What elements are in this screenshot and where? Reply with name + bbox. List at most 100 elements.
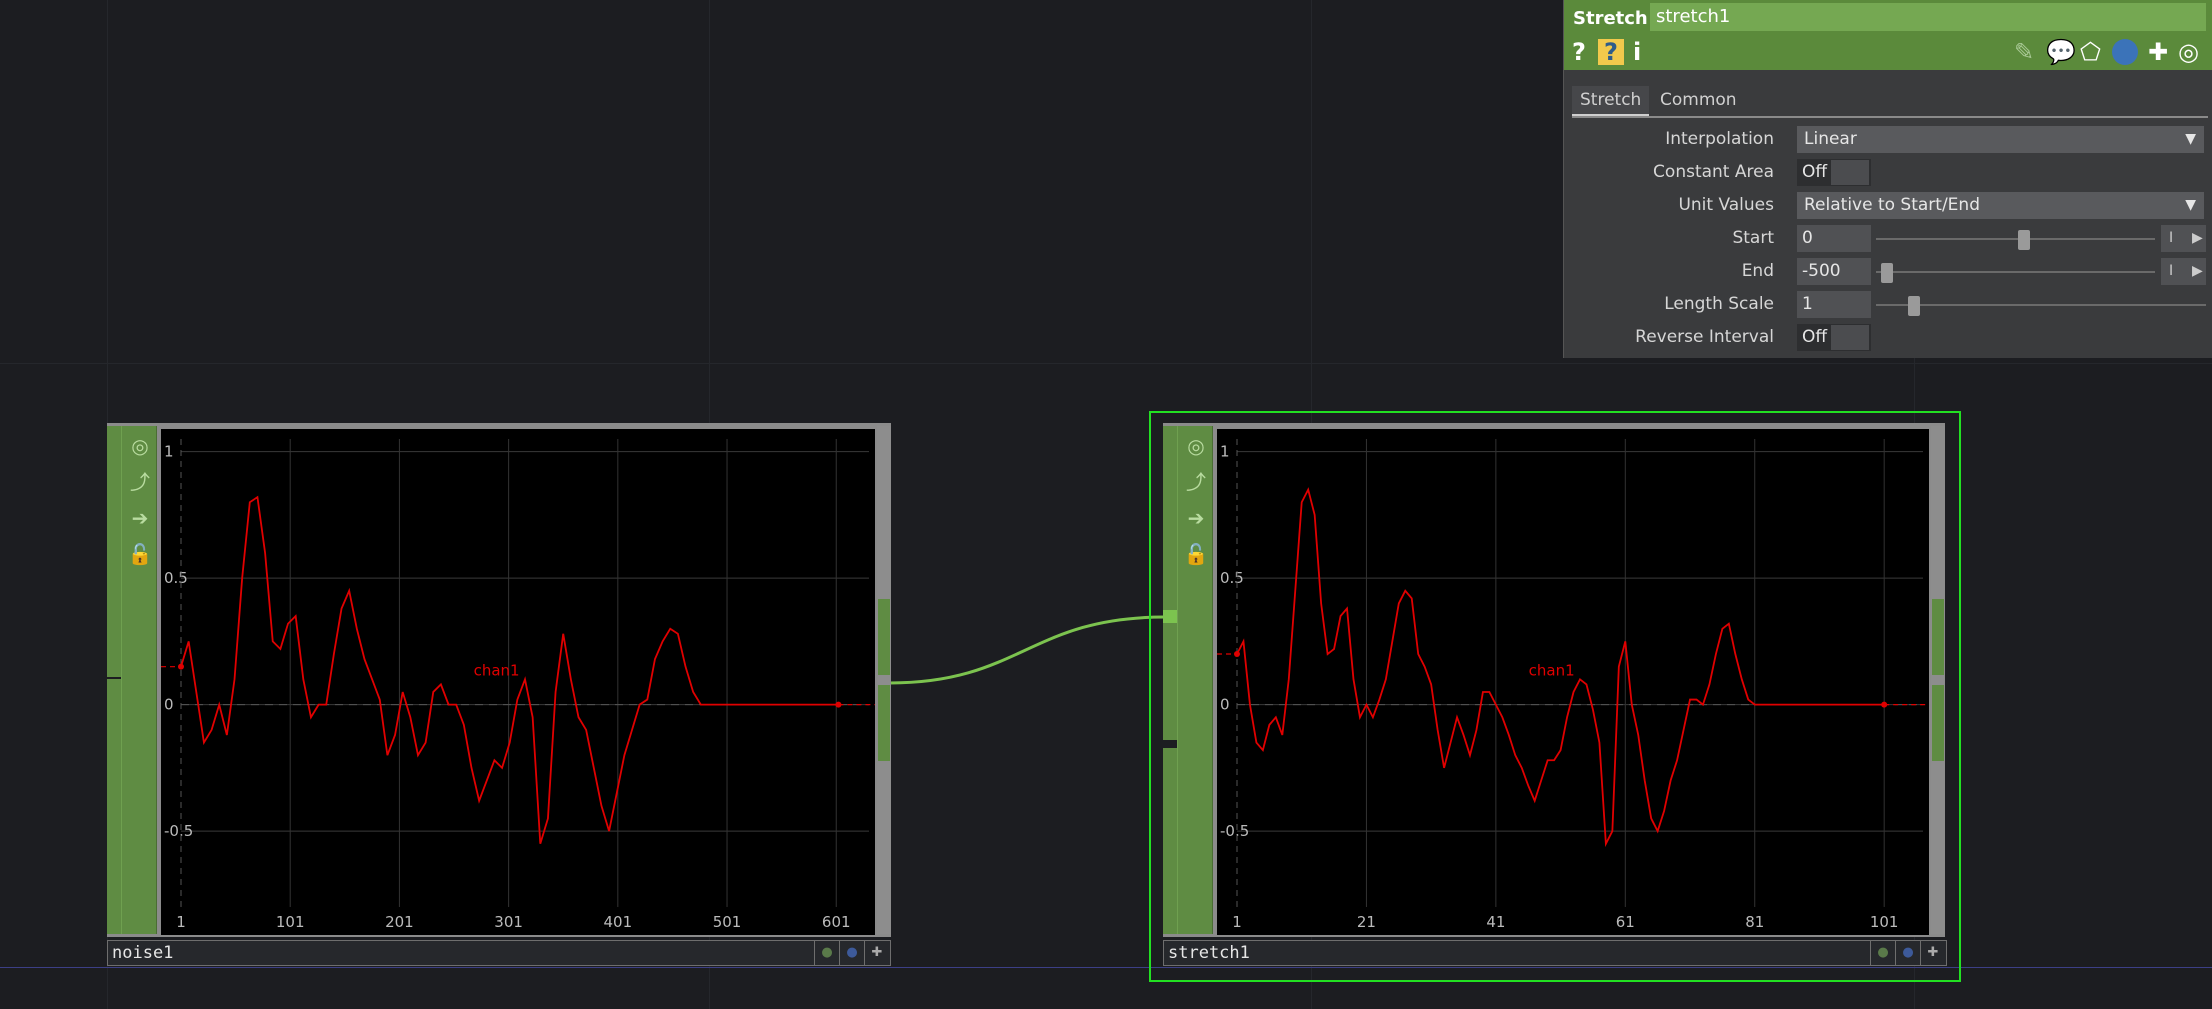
input-connector-bar[interactable]	[107, 426, 121, 934]
output-connector-bar[interactable]	[877, 426, 891, 934]
x-tick-label: 301	[494, 913, 523, 931]
y-tick-label: -0.5	[1220, 822, 1249, 840]
param-constant-area: Constant Area Off	[1564, 158, 2212, 188]
param-label: Constant Area	[1653, 162, 1774, 182]
node-name-bar[interactable]: stretch1 ● ● ✚	[1163, 940, 1947, 966]
end-mode-button[interactable]: I ▶	[2161, 258, 2206, 285]
param-label: Length Scale	[1664, 294, 1774, 314]
noise1-chart: 1 0.5 0 -0.5 1 101 201 301 401 501 601 chan1	[161, 439, 875, 931]
node-name: stretch1	[1168, 943, 1250, 963]
param-label: Unit Values	[1678, 195, 1774, 215]
interpolation-dropdown[interactable]: Linear ▼	[1797, 126, 2204, 153]
input-port-divider	[1163, 740, 1177, 748]
param-label: End	[1741, 261, 1774, 281]
length-scale-slider-handle[interactable]	[1907, 296, 1920, 316]
y-tick-label: 1	[164, 443, 174, 461]
x-tick-label: 1	[176, 913, 186, 931]
chevron-down-icon: ▼	[2185, 131, 2196, 147]
constant-area-toggle[interactable]: Off	[1797, 159, 1871, 186]
parameter-tabs: Stretch Common	[1572, 86, 2208, 118]
unit-values-dropdown[interactable]: Relative to Start/End ▼	[1797, 192, 2204, 219]
x-tick-label: 1	[1232, 913, 1242, 931]
python-help-icon[interactable]: ?	[1598, 39, 1624, 65]
edit-icon[interactable]: ✎	[2014, 38, 2034, 66]
expand-icon[interactable]: ✚	[1920, 941, 1945, 965]
bypass-icon[interactable]: ⤴	[126, 468, 154, 496]
help-icon[interactable]: ?	[1572, 38, 1586, 66]
tab-common[interactable]: Common	[1652, 86, 1745, 114]
chevron-down-icon: ▼	[2185, 197, 2196, 213]
toggle-value: Off	[1802, 327, 1828, 347]
end-field[interactable]: -500	[1797, 258, 1871, 285]
panel-header: Stretch stretch1 ? ? i ✎ 💬 ⬠ ✚ ◎	[1564, 0, 2212, 70]
tab-stretch[interactable]: Stretch	[1572, 86, 1650, 116]
display-flag-icon[interactable]: ➔	[126, 504, 154, 532]
x-tick-label: 41	[1486, 913, 1505, 931]
cook-flag-icon[interactable]: ●	[1870, 941, 1895, 965]
param-label: Start	[1732, 228, 1774, 248]
x-tick-label: 21	[1357, 913, 1376, 931]
node-name-bar[interactable]: noise1 ● ● ✚	[107, 940, 891, 966]
node-name: noise1	[112, 943, 174, 963]
node-icon-column: ◎ ⤴ ➔ 🔓	[121, 426, 157, 934]
toggle-switch[interactable]	[1831, 160, 1869, 185]
dropdown-value: Linear	[1804, 129, 1857, 149]
end-slider-handle[interactable]	[1881, 263, 1894, 283]
stretch1-viewer[interactable]: 1 0.5 0 -0.5 1 21 41 61 81 101 chan1	[1217, 429, 1929, 935]
start-field[interactable]: 0	[1797, 225, 1871, 252]
stretch1-chart: 1 0.5 0 -0.5 1 21 41 61 81 101 chan1	[1217, 439, 1929, 931]
cpu-icon[interactable]: ⬠	[2080, 38, 2101, 66]
param-length-scale: Length Scale 1	[1564, 290, 2212, 320]
start-slider[interactable]	[1876, 238, 2155, 240]
lock-icon[interactable]: 🔓	[126, 540, 154, 568]
x-tick-label: 501	[713, 913, 742, 931]
cook-flag-icon[interactable]: ●	[814, 941, 839, 965]
output-connector-bar[interactable]	[1931, 426, 1945, 934]
viewer-toggle-icon[interactable]: ◎	[1182, 432, 1210, 460]
lock-icon[interactable]: 🔓	[1182, 540, 1210, 568]
x-tick-label: 101	[1870, 913, 1899, 931]
viewer-toggle-icon[interactable]: ◎	[126, 432, 154, 460]
series-start-marker	[1234, 651, 1240, 658]
python-icon[interactable]	[2112, 39, 2138, 65]
length-scale-slider[interactable]	[1876, 304, 2206, 306]
parameter-panel: Stretch stretch1 ? ? i ✎ 💬 ⬠ ✚ ◎ Stretch…	[1563, 0, 2212, 358]
comment-icon[interactable]: 💬	[2046, 38, 2076, 66]
toggle-value: Off	[1802, 162, 1828, 182]
operator-name-field[interactable]: stretch1	[1650, 3, 2206, 31]
end-slider[interactable]	[1876, 271, 2155, 273]
toggle-switch[interactable]	[1831, 325, 1869, 350]
y-tick-label: 0	[164, 696, 174, 714]
operator-type: Stretch	[1573, 8, 1648, 29]
mode-label: I	[2169, 230, 2174, 246]
start-mode-button[interactable]: I ▶	[2161, 225, 2206, 252]
param-end: End -500 I ▶	[1564, 257, 2212, 287]
param-label: Interpolation	[1665, 129, 1774, 149]
display-flag-icon[interactable]: ➔	[1182, 504, 1210, 532]
template-flag-icon[interactable]: ●	[1895, 941, 1920, 965]
y-tick-label: 0.5	[1220, 569, 1244, 587]
info-icon[interactable]: i	[1633, 38, 1641, 66]
bypass-icon[interactable]: ⤴	[1182, 468, 1210, 496]
series-end-marker	[835, 701, 842, 708]
add-icon[interactable]: ✚	[2148, 38, 2168, 66]
output-port-top[interactable]	[1932, 599, 1944, 675]
length-scale-field[interactable]: 1	[1797, 291, 1871, 318]
input-connector-bar[interactable]	[1163, 426, 1177, 934]
target-icon[interactable]: ◎	[2178, 38, 2199, 66]
output-port-top[interactable]	[878, 599, 890, 675]
x-tick-label: 101	[276, 913, 305, 931]
output-port[interactable]	[1932, 685, 1944, 761]
start-slider-handle[interactable]	[2017, 230, 2030, 250]
stretch1-node[interactable]: ◎ ⤴ ➔ 🔓 1 0.5 0 -0.5 1 21 41 61 81 101 chan1 stret…	[1149, 411, 1961, 982]
reverse-interval-toggle[interactable]: Off	[1797, 324, 1871, 351]
param-reverse-interval: Reverse Interval Off	[1564, 323, 2212, 353]
channel-label: chan1	[474, 661, 520, 679]
template-flag-icon[interactable]: ●	[839, 941, 864, 965]
noise1-node[interactable]: ◎ ⤴ ➔ 🔓 1 0.5 0 -0.5 1 101 201 301 401 501 601 chan…	[107, 423, 891, 969]
noise1-viewer[interactable]: 1 0.5 0 -0.5 1 101 201 301 401 501 601 chan1	[161, 429, 875, 935]
expand-icon[interactable]: ✚	[864, 941, 889, 965]
output-port[interactable]	[878, 685, 890, 761]
input-port[interactable]	[107, 677, 121, 679]
series-start-marker	[178, 663, 184, 670]
